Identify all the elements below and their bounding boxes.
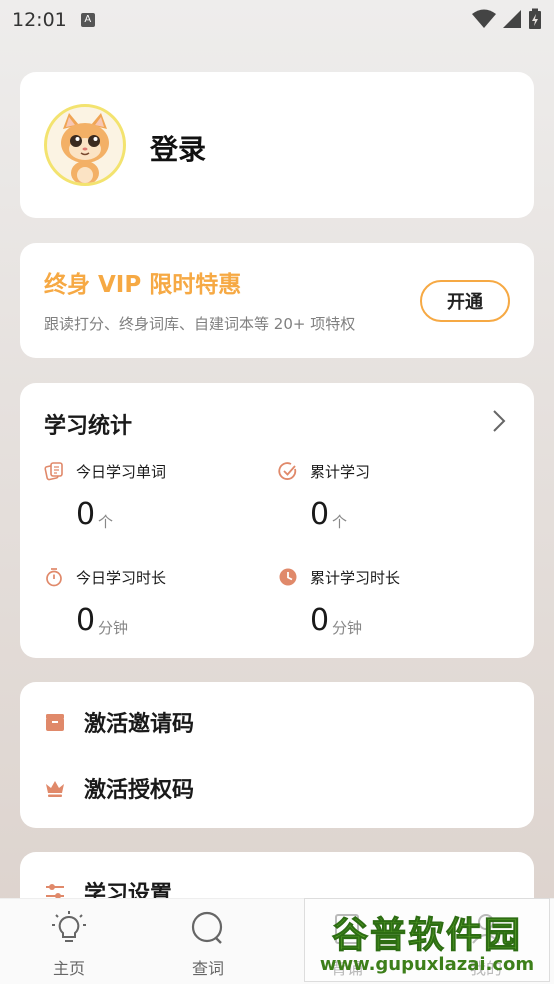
signal-icon	[503, 10, 521, 28]
watermark-logo: 谷普软件园 www.gupuxlazai.com	[304, 898, 550, 982]
login-card[interactable]: 登录	[20, 72, 534, 218]
stat-today-time: 今日学习时长 0 分钟	[44, 567, 264, 638]
status-time: 12:01	[12, 9, 67, 31]
stat-value: 0	[310, 603, 330, 638]
stat-label: 累计学习	[310, 463, 371, 481]
activate-license-code-row[interactable]: 激活授权码	[44, 772, 194, 804]
login-label[interactable]: 登录	[150, 128, 206, 168]
stats-card: 学习统计 今日学习单词 0 个 累计学习 0 个 今日学习时长 0 分钟 累计学…	[20, 383, 534, 658]
stat-value: 0	[76, 497, 96, 532]
stat-value: 0	[310, 497, 330, 532]
nav-home-label: 主页	[52, 959, 85, 978]
search-icon	[191, 911, 223, 944]
notification-a-icon: A	[80, 13, 95, 27]
status-right	[472, 8, 542, 30]
vip-title: 终身 VIP 限时特惠	[44, 272, 242, 298]
stat-value: 0	[76, 603, 96, 638]
stat-unit: 个	[332, 513, 348, 531]
activate-license-code-label: 激活授权码	[84, 778, 195, 803]
wifi-icon	[472, 9, 496, 28]
gift-icon	[46, 714, 64, 731]
stat-today-words: 今日学习单词 0 个	[44, 461, 264, 532]
stat-total-time: 累计学习时长 0 分钟	[278, 567, 498, 638]
nav-home[interactable]: 主页	[24, 911, 114, 979]
stat-total-learned: 累计学习 0 个	[278, 461, 498, 532]
stat-unit: 分钟	[332, 619, 363, 637]
battery-charging-icon	[529, 8, 541, 29]
cards-icon	[44, 462, 63, 481]
watermark-title: 谷普软件园	[331, 914, 522, 956]
activate-invite-code-row[interactable]: 激活邀请码	[44, 706, 194, 738]
vip-subtitle: 跟读打分、终身词库、自建词本等 20+ 项特权	[44, 315, 356, 333]
stat-label: 今日学习单词	[76, 463, 167, 481]
nav-search-label: 查词	[191, 959, 224, 978]
stat-label: 今日学习时长	[76, 569, 167, 587]
clock-icon	[279, 568, 297, 586]
crown-icon	[46, 781, 64, 797]
cat-avatar-icon	[61, 113, 109, 183]
stat-unit: 个	[98, 513, 114, 531]
activate-invite-code-label: 激活邀请码	[84, 712, 195, 737]
chevron-right-icon[interactable]	[492, 409, 506, 433]
stat-unit: 分钟	[98, 619, 129, 637]
lightbulb-icon	[52, 911, 86, 942]
watermark-url: www.gupuxlazai.com	[319, 953, 535, 975]
nav-search[interactable]: 查词	[163, 911, 253, 979]
stat-label: 累计学习时长	[310, 569, 401, 587]
status-bar: 12:01 A	[0, 0, 554, 40]
avatar[interactable]	[44, 104, 126, 186]
check-circle-icon	[278, 462, 297, 480]
vip-open-button[interactable]: 开通	[420, 280, 510, 322]
timer-icon	[46, 568, 62, 587]
vip-card[interactable]: 终身 VIP 限时特惠 跟读打分、终身词库、自建词本等 20+ 项特权 开通	[20, 243, 534, 358]
stats-title: 学习统计	[44, 414, 133, 439]
codes-card: 激活邀请码 激活授权码	[20, 682, 534, 828]
